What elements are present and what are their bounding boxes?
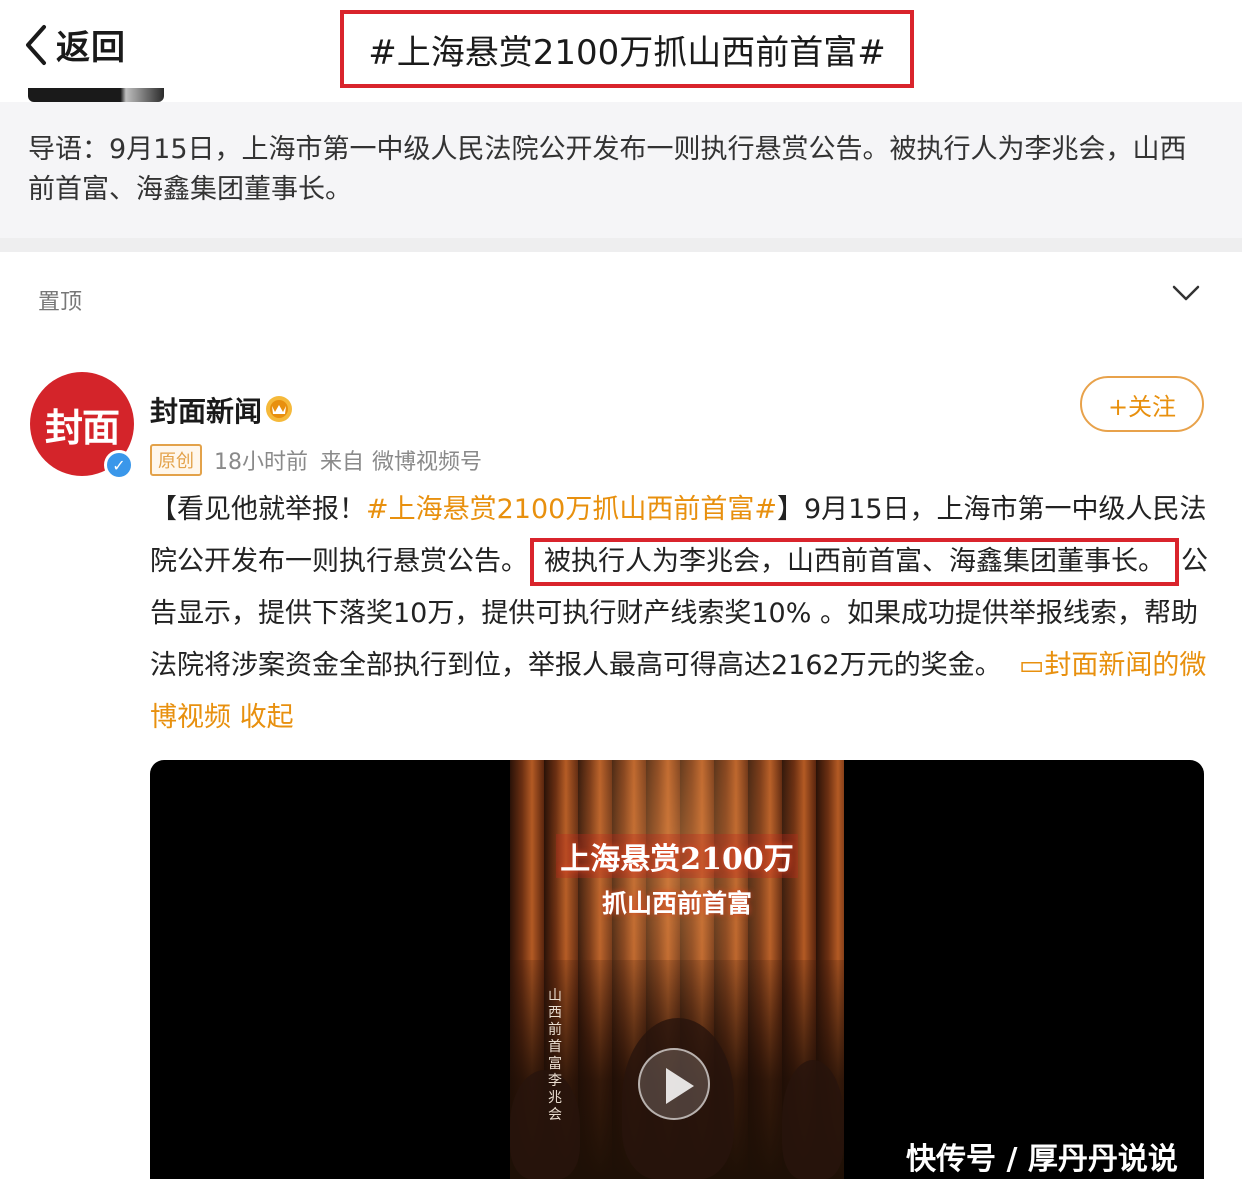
person-silhouette-right (782, 1060, 844, 1179)
post-source[interactable]: 微博视频号 (372, 444, 482, 476)
cover-image-sliver (28, 88, 164, 102)
watermark: 快传号 / 厚丹丹说说 (906, 1142, 1178, 1177)
post-time: 18小时前 (214, 450, 308, 475)
back-label: 返回 (56, 28, 126, 68)
post-body: 【看见他就举报！#上海悬赏2100万抓山西前首富#】9月15日，上海市第一中级人… (150, 484, 1210, 744)
chevron-left-icon (26, 24, 46, 65)
post-meta: 原创 18小时前 来自 微博视频号 (150, 444, 482, 476)
intro-text: 导语：9月15日，上海市第一中级人民法院公开发布一则执行悬赏公告。被执行人为李兆… (28, 134, 1187, 205)
source-prefix: 来自 (320, 450, 365, 475)
video-icon: ▭ (1018, 650, 1045, 681)
body-lead: 【看见他就举报！ (150, 494, 366, 525)
back-button[interactable]: 返回 (22, 20, 126, 69)
video-side-caption: 山西前首富李兆会 (548, 988, 562, 1123)
section-divider (0, 238, 1242, 252)
author-name[interactable]: 封面新闻 (150, 390, 262, 430)
page-title: #上海悬赏2100万抓山西前首富# (368, 32, 886, 73)
verified-badge-icon: ✓ (104, 450, 134, 480)
avatar-text: 封面 (44, 405, 120, 450)
video-caption: 上海悬赏2100万 抓山西前首富 (510, 834, 844, 920)
vip-crown-icon (266, 396, 292, 422)
video-caption-line2: 抓山西前首富 (601, 889, 752, 918)
video-frame: 上海悬赏2100万 抓山西前首富 山西前首富李兆会 (510, 760, 844, 1179)
chevron-down-icon[interactable] (1170, 282, 1202, 304)
play-icon[interactable] (638, 1048, 710, 1120)
topic-intro: 导语：9月15日，上海市第一中级人民法院公开发布一则执行悬赏公告。被执行人为李兆… (0, 102, 1242, 238)
hashtag-link[interactable]: #上海悬赏2100万抓山西前首富# (366, 494, 777, 525)
original-badge: 原创 (150, 444, 202, 476)
page-title-highlight: #上海悬赏2100万抓山西前首富# (340, 10, 914, 88)
top-bar: 返回 #上海悬赏2100万抓山西前首富# (0, 0, 1242, 92)
avatar[interactable]: 封面 ✓ (30, 372, 134, 484)
video-player[interactable]: 上海悬赏2100万 抓山西前首富 山西前首富李兆会 (150, 760, 1204, 1179)
highlighted-sentence: 被执行人为李兆会，山西前首富、海鑫集团董事长。 (530, 538, 1179, 586)
video-caption-line1: 上海悬赏2100万 (556, 834, 798, 878)
collapse-link[interactable]: 收起 (240, 702, 294, 733)
pinned-label: 置顶 (38, 290, 83, 315)
follow-button[interactable]: +关注 (1080, 376, 1204, 432)
